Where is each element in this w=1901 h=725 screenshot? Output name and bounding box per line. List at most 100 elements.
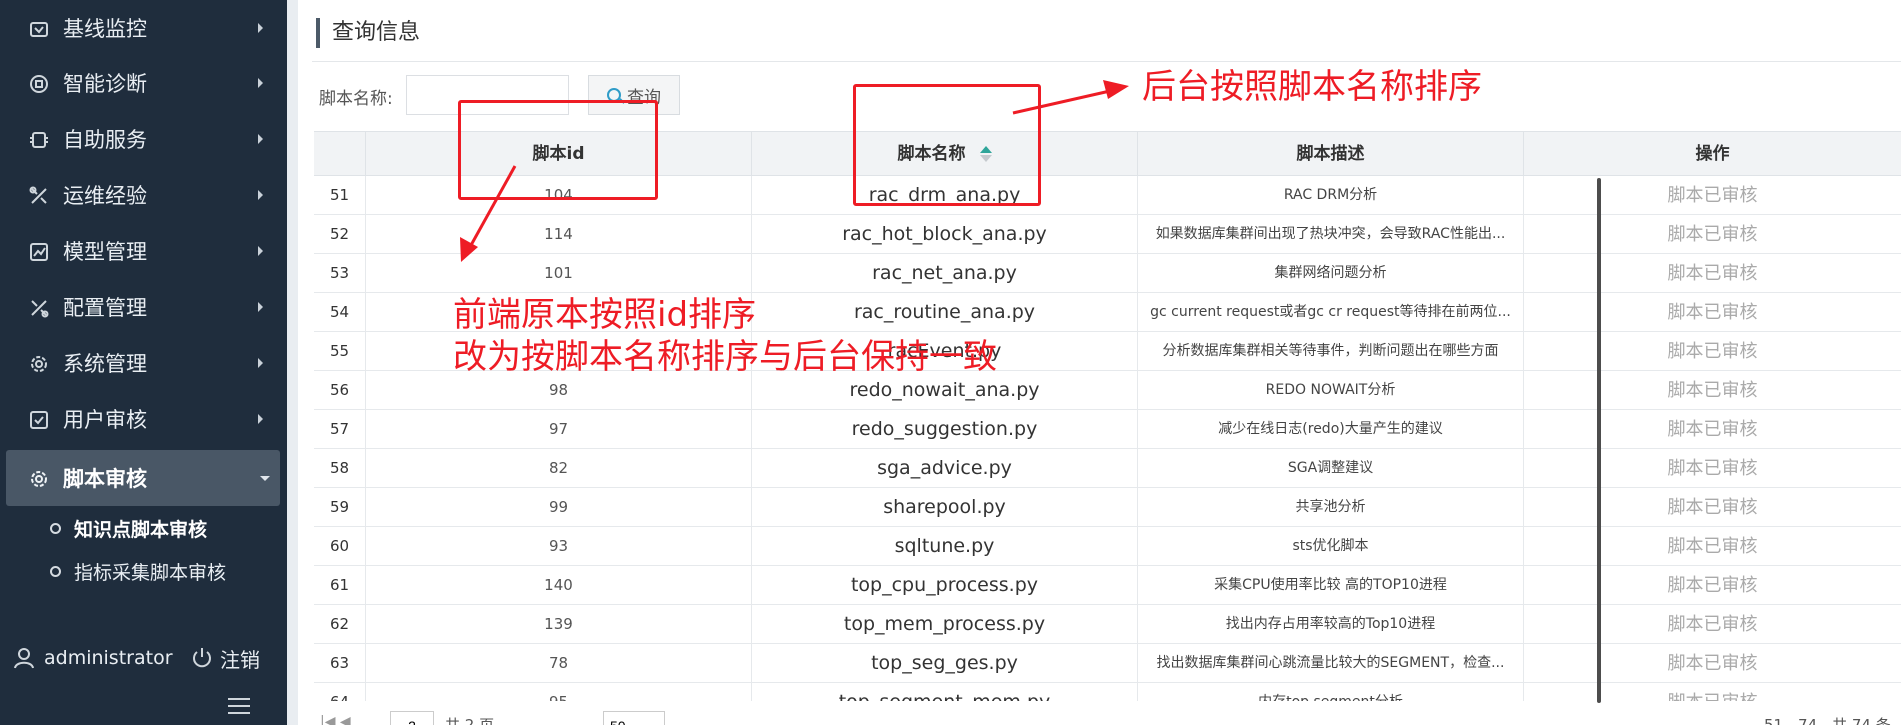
table-row[interactable]: 6495top_segment_mem.py内存top segment分析脚本已…: [314, 683, 1901, 701]
script-desc-cell: 减少在线日志(redo)大量产生的建议: [1137, 410, 1523, 449]
sidebar: 基线监控 智能诊断 自助服务 运维经验 模型管理 配置管理 系统管理 用户审核 …: [0, 0, 287, 725]
operation-cell[interactable]: 脚本已审核: [1523, 293, 1901, 332]
logout-button[interactable]: 注销: [190, 642, 260, 674]
table-body: 51 104 rac_drm_ana.py RAC DRM分析 脚本已审核 52 114 ra…: [314, 176, 1901, 701]
table-row[interactable]: 61 140 top_cpu_process.py 采集CPU使用率比较 高的TOP1…: [314, 566, 1901, 605]
config-icon: [31, 300, 49, 318]
sidebar-item-ops-experience[interactable]: 运维经验: [0, 167, 287, 223]
chevron-right-icon: [258, 78, 263, 88]
sidebar-item-smart-diagnosis[interactable]: 智能诊断: [0, 55, 287, 111]
first-page-icon[interactable]: |◀ ◀: [320, 714, 351, 725]
column-header-label: 操作: [1695, 144, 1730, 164]
script-desc-cell: RAC DRM分析: [1137, 176, 1523, 215]
sidebar-item-system-management[interactable]: 系统管理: [0, 335, 287, 391]
app-root: 基线监控 智能诊断 自助服务 运维经验 模型管理 配置管理 系统管理 用户审核 …: [0, 0, 1901, 725]
circle-icon: [50, 522, 61, 534]
sidebar-item-label: 智能诊断: [63, 72, 147, 96]
row-index-cell: 64: [314, 683, 365, 701]
sidebar-item-baseline-monitor[interactable]: 基线监控: [0, 0, 287, 56]
script-desc-cell: sts优化脚本: [1137, 527, 1523, 566]
diagnosis-icon: [30, 75, 48, 93]
chevron-right-icon: [258, 358, 263, 368]
table-row[interactable]: 58 82 sga_advice.py SGA调整建议 脚本已审核: [314, 449, 1901, 488]
operation-cell[interactable]: 脚本已审核: [1523, 527, 1901, 566]
annotation-left-note-line1: 前端原本按照id排序: [453, 295, 757, 335]
script-id-cell: 97: [365, 410, 751, 449]
sidebar-item-label: 配置管理: [63, 296, 147, 320]
current-user[interactable]: administrator: [12, 642, 173, 674]
sidebar-subitem-knowledge-script-review[interactable]: 知识点脚本审核: [0, 507, 287, 549]
sidebar-item-config-management[interactable]: 配置管理: [0, 279, 287, 335]
operation-cell[interactable]: 脚本已审核: [1523, 566, 1901, 605]
script-desc-cell: 找出数据库集群间心跳流量比较大的SEGMENT，检查...: [1137, 644, 1523, 683]
service-icon: [30, 132, 48, 148]
row-index-cell: 58: [329, 459, 350, 477]
record-range: 51 - 74 共 74 条: [1764, 716, 1891, 725]
sidebar-subitem-metric-script-review[interactable]: 指标采集脚本审核: [0, 550, 287, 592]
scrollbar[interactable]: [1597, 178, 1601, 703]
operation-cell[interactable]: 脚本已审核: [1523, 644, 1901, 683]
row-index-cell: 61: [329, 576, 350, 594]
operation-cell[interactable]: 脚本已审核: [1523, 605, 1901, 644]
logout-label: 注销: [220, 647, 260, 672]
operation-cell[interactable]: 脚本已审核: [1523, 371, 1901, 410]
script-id-cell: 99: [365, 488, 751, 527]
sidebar-item-self-service[interactable]: 自助服务: [0, 111, 287, 167]
annotation-box-id: [458, 100, 658, 200]
script-name-cell: sharepool.py: [751, 488, 1137, 527]
operation-cell[interactable]: 脚本已审核: [1523, 488, 1901, 527]
row-index-cell: 62: [329, 615, 350, 633]
table-row[interactable]: 59 99 sharepool.py 共享池分析 脚本已审核: [314, 488, 1901, 527]
table-row[interactable]: 53 101 rac_net_ana.py 集群网络问题分析 脚本已审核: [314, 254, 1901, 293]
script-id-cell: 101: [365, 254, 751, 293]
script-desc-cell: 如果数据库集群间出现了热块冲突，会导致RAC性能出...: [1137, 215, 1523, 254]
operation-cell[interactable]: 脚本已审核: [1523, 215, 1901, 254]
table-row[interactable]: 60 93 sqltune.py sts优化脚本 脚本已审核: [314, 527, 1901, 566]
chevron-right-icon: [258, 190, 263, 200]
operation-cell[interactable]: 脚本已审核: [1523, 254, 1901, 293]
script-desc-cell: REDO NOWAIT分析: [1137, 371, 1523, 410]
annotation-right-note: 后台按照脚本名称排序: [1142, 67, 1482, 107]
menu-toggle-icon[interactable]: [228, 698, 250, 716]
annotation-box-name: [853, 84, 1041, 206]
column-header-operation: 操作: [1523, 132, 1901, 176]
table-row[interactable]: 57 97 redo_suggestion.py 减少在线日志(redo)大量产生的建…: [314, 410, 1901, 449]
chevron-down-icon: [260, 476, 270, 481]
script-desc-cell: 内存top segment分析: [1137, 683, 1523, 701]
script-name-cell: redo_suggestion.py: [751, 410, 1137, 449]
sidebar-subitem-label: 指标采集脚本审核: [74, 561, 227, 584]
operation-cell[interactable]: 脚本已审核: [1523, 683, 1901, 701]
row-index-cell: 57: [329, 420, 350, 438]
circle-icon: [50, 565, 61, 577]
page-number-input[interactable]: [390, 711, 434, 725]
script-name-cell: sga_advice.py: [751, 449, 1137, 488]
script-desc-cell: gc current request或者gc cr request等待排在前两位…: [1137, 293, 1523, 332]
table-row[interactable]: 63 78 top_seg_ges.py 找出数据库集群间心跳流量比较大的SEGMEN…: [314, 644, 1901, 683]
query-label: 脚本名称:: [319, 89, 393, 109]
script-name-cell: top_mem_process.py: [751, 605, 1137, 644]
page-size-select[interactable]: [603, 711, 665, 725]
script-name-cell: rac_hot_block_ana.py: [751, 215, 1137, 254]
column-header-label: 脚本描述: [1296, 144, 1365, 164]
sidebar-subitem-label: 知识点脚本审核: [74, 518, 208, 541]
table-row[interactable]: 52 114 rac_hot_block_ana.py 如果数据库集群间出现了热块冲突…: [314, 215, 1901, 254]
sidebar-item-script-review[interactable]: 脚本审核: [6, 450, 280, 506]
pagination: |◀ ◀ 共 2 页 51 - 74 共 74 条: [314, 706, 1894, 725]
sidebar-item-label: 用户审核: [63, 408, 147, 432]
script-name-cell: top_segment_mem.py: [751, 683, 1137, 701]
sidebar-item-model-management[interactable]: 模型管理: [0, 223, 287, 279]
operation-cell[interactable]: 脚本已审核: [1523, 332, 1901, 371]
sidebar-item-user-review[interactable]: 用户审核: [0, 391, 287, 447]
operation-cell[interactable]: 脚本已审核: [1523, 410, 1901, 449]
table-row[interactable]: 62 139 top_mem_process.py 找出内存占用率较高的Top10进程…: [314, 605, 1901, 644]
sidebar-item-label: 运维经验: [63, 184, 147, 208]
column-header-script-desc: 脚本描述: [1137, 132, 1523, 176]
chevron-right-icon: [258, 246, 263, 256]
annotation-left-note-line2: 改为按脚本名称排序与后台保持一致: [453, 337, 997, 377]
operation-cell[interactable]: 脚本已审核: [1523, 449, 1901, 488]
sidebar-item-label: 自助服务: [63, 128, 147, 152]
chevron-right-icon: [258, 302, 263, 312]
row-index-cell: 63: [329, 654, 350, 672]
chart-icon: [30, 243, 48, 261]
operation-cell[interactable]: 脚本已审核: [1523, 176, 1901, 215]
